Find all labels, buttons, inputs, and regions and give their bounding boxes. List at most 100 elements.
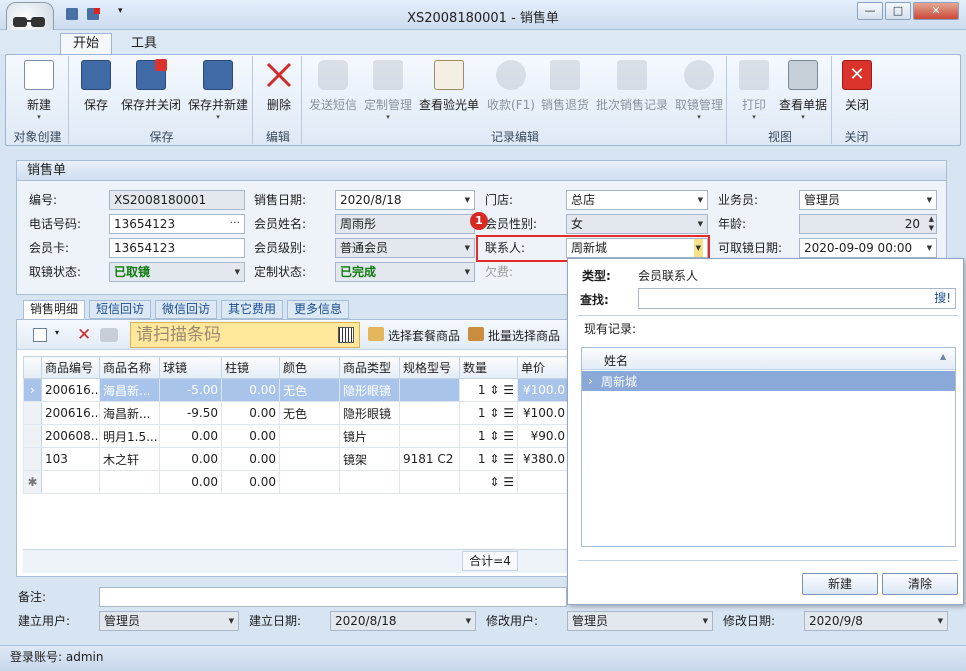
cell-name[interactable]: 海昌新... bbox=[99, 401, 160, 425]
table-row[interactable]: 103 木之轩 0.00 0.00 镜架 9181 C2 1 ⇕ ☰ ¥380.… bbox=[23, 447, 569, 471]
cell-price[interactable]: ¥90.0 bbox=[517, 424, 569, 448]
cell-cyl[interactable]: 0.00 bbox=[221, 401, 280, 425]
column-header[interactable]: 颜色 bbox=[279, 356, 340, 379]
column-header[interactable]: 单价 bbox=[517, 356, 569, 379]
add-row-icon[interactable] bbox=[33, 328, 47, 342]
select-package-button[interactable]: 选择套餐商品 bbox=[388, 327, 460, 344]
column-header[interactable]: 商品名称 bbox=[99, 356, 160, 379]
cell-name[interactable] bbox=[99, 470, 160, 494]
view-doc-button[interactable]: 查看单据 ▾ bbox=[777, 60, 829, 121]
cell-code[interactable]: 103 bbox=[41, 447, 100, 471]
cell-color[interactable] bbox=[279, 424, 340, 448]
member-level-field[interactable]: 普通会员 ▼ bbox=[335, 238, 475, 258]
batch-sales-button[interactable]: 批次销售记录 bbox=[595, 60, 669, 113]
column-header[interactable]: 商品编号 bbox=[41, 356, 100, 379]
cell-cyl[interactable]: 0.00 bbox=[221, 447, 280, 471]
cell-color[interactable] bbox=[279, 447, 340, 471]
chevron-down-icon[interactable]: ▼ bbox=[927, 239, 932, 257]
cell-name[interactable]: 木之轩 bbox=[99, 447, 160, 471]
cell-price[interactable]: ¥100.0 bbox=[517, 401, 569, 425]
cell-spec[interactable]: 9181 C2 bbox=[399, 447, 460, 471]
column-header[interactable]: 球镜 bbox=[159, 356, 222, 379]
cell-spec[interactable] bbox=[399, 424, 460, 448]
view-prescription-button[interactable]: 查看验光单 bbox=[418, 60, 480, 113]
cell-sph[interactable]: -5.00 bbox=[159, 378, 222, 402]
pickup-mgmt-button[interactable]: 取镜管理 ▾ bbox=[674, 60, 724, 121]
cell-price[interactable]: ¥100.0 bbox=[517, 378, 569, 402]
store-field[interactable]: 总店 ▼ bbox=[566, 190, 708, 210]
save-button[interactable]: 保存 bbox=[78, 60, 114, 113]
delete-button[interactable]: 删除 bbox=[262, 60, 296, 113]
save-close-button[interactable]: 保存并关闭 bbox=[120, 59, 182, 113]
cell-code[interactable] bbox=[41, 470, 100, 494]
cell-qty[interactable]: 1 ⇕ ☰ bbox=[459, 447, 518, 471]
ellipsis-button[interactable]: ··· bbox=[230, 215, 241, 232]
popup-new-button[interactable]: 新建 bbox=[802, 573, 878, 595]
cell-qty[interactable]: 1 ⇕ ☰ bbox=[459, 378, 518, 402]
tab-other-fees[interactable]: 其它费用 bbox=[221, 300, 284, 319]
cell-color[interactable] bbox=[279, 470, 340, 494]
table-row[interactable]: 200608... 明月1.5... 0.00 0.00 镜片 1 ⇕ ☰ ¥9… bbox=[23, 424, 569, 448]
column-header[interactable]: 柱镜 bbox=[221, 356, 280, 379]
cell-cyl[interactable]: 0.00 bbox=[221, 470, 280, 494]
chevron-down-icon[interactable]: ▼ bbox=[465, 239, 470, 257]
order-no-field[interactable]: XS2008180001 bbox=[109, 190, 245, 210]
tab-sms-followup[interactable]: 短信回访 bbox=[89, 300, 152, 319]
member-name-field[interactable]: 周雨彤 bbox=[335, 214, 475, 234]
cell-name[interactable]: 海昌新... bbox=[99, 378, 160, 402]
custom-mgmt-button[interactable]: 定制管理 ▾ bbox=[363, 60, 413, 121]
custom-status-field[interactable]: 已完成 ▼ bbox=[335, 262, 475, 282]
tab-more-info[interactable]: 更多信息 bbox=[287, 300, 350, 319]
tab-wechat-followup[interactable]: 微信回访 bbox=[155, 300, 218, 319]
sales-return-button[interactable]: 销售退货 bbox=[540, 60, 590, 113]
cell-sph[interactable]: -9.50 bbox=[159, 401, 222, 425]
cell-code[interactable]: 200608... bbox=[41, 424, 100, 448]
cell-spec[interactable] bbox=[399, 470, 460, 494]
cell-spec[interactable] bbox=[399, 378, 460, 402]
cell-type[interactable]: 隐形眼镜 bbox=[339, 378, 400, 402]
phone-field[interactable]: 13654123 ··· bbox=[109, 214, 245, 234]
table-row[interactable]: 200616... 海昌新... -9.50 0.00 无色 隐形眼镜 1 ⇕ … bbox=[23, 401, 569, 425]
cell-sph[interactable]: 0.00 bbox=[159, 470, 222, 494]
column-header[interactable]: 数量 bbox=[459, 356, 518, 379]
member-gender-field[interactable]: 女 ▼ bbox=[566, 214, 708, 234]
cell-cyl[interactable]: 0.00 bbox=[221, 378, 280, 402]
tab-sales-detail[interactable]: 销售明细 bbox=[23, 300, 86, 320]
barcode-input[interactable]: 请扫描条码 bbox=[130, 322, 360, 348]
maximize-button[interactable]: □ bbox=[885, 2, 911, 20]
column-header[interactable]: 规格型号 bbox=[399, 356, 460, 379]
cell-sph[interactable]: 0.00 bbox=[159, 424, 222, 448]
chevron-down-icon[interactable]: ▼ bbox=[465, 191, 470, 209]
chevron-down-icon[interactable]: ▼ bbox=[703, 612, 708, 630]
modify-date-field[interactable]: 2020/9/8 ▼ bbox=[804, 611, 948, 631]
column-header[interactable]: 商品类型 bbox=[339, 356, 400, 379]
cell-color[interactable]: 无色 bbox=[279, 401, 340, 425]
cell-cyl[interactable]: 0.00 bbox=[221, 424, 280, 448]
minimize-button[interactable]: — bbox=[857, 2, 883, 20]
send-sms-button[interactable]: 发送短信 bbox=[308, 60, 358, 113]
tab-start[interactable]: 开始 bbox=[60, 33, 113, 55]
popup-record-name[interactable]: 周新城 bbox=[601, 373, 637, 390]
chevron-down-icon[interactable]: ▾ bbox=[55, 328, 59, 337]
cell-name[interactable]: 明月1.5... bbox=[99, 424, 160, 448]
cell-type[interactable]: 镜架 bbox=[339, 447, 400, 471]
chevron-down-icon[interactable]: ▼ bbox=[235, 263, 240, 281]
member-card-field[interactable]: 13654123 bbox=[109, 238, 245, 258]
cell-qty[interactable]: ⇕ ☰ bbox=[459, 470, 518, 494]
cell-color[interactable]: 无色 bbox=[279, 378, 340, 402]
chevron-down-icon[interactable]: ▼ bbox=[465, 263, 470, 281]
save-new-button[interactable]: 保存并新建 ▾ bbox=[187, 60, 249, 121]
pickup-status-field[interactable]: 已取镜 ▼ bbox=[109, 262, 245, 282]
popup-search-input[interactable]: 搜! bbox=[638, 288, 956, 309]
popup-column-name[interactable]: 姓名 bbox=[604, 352, 628, 369]
age-field[interactable]: 20 ▲ ▼ bbox=[799, 214, 937, 234]
cell-spec[interactable] bbox=[399, 401, 460, 425]
receive-payment-button[interactable]: 收款(F1) bbox=[486, 60, 536, 113]
chevron-down-icon[interactable]: ▼ bbox=[466, 612, 471, 630]
spin-updown-icon[interactable]: ▲ ▼ bbox=[929, 215, 934, 233]
cell-qty[interactable]: 1 ⇕ ☰ bbox=[459, 424, 518, 448]
remark-field[interactable] bbox=[99, 587, 567, 607]
salesman-field[interactable]: 管理员 ▼ bbox=[799, 190, 937, 210]
cell-code[interactable]: 200616... bbox=[41, 401, 100, 425]
create-date-field[interactable]: 2020/8/18 ▼ bbox=[330, 611, 476, 631]
